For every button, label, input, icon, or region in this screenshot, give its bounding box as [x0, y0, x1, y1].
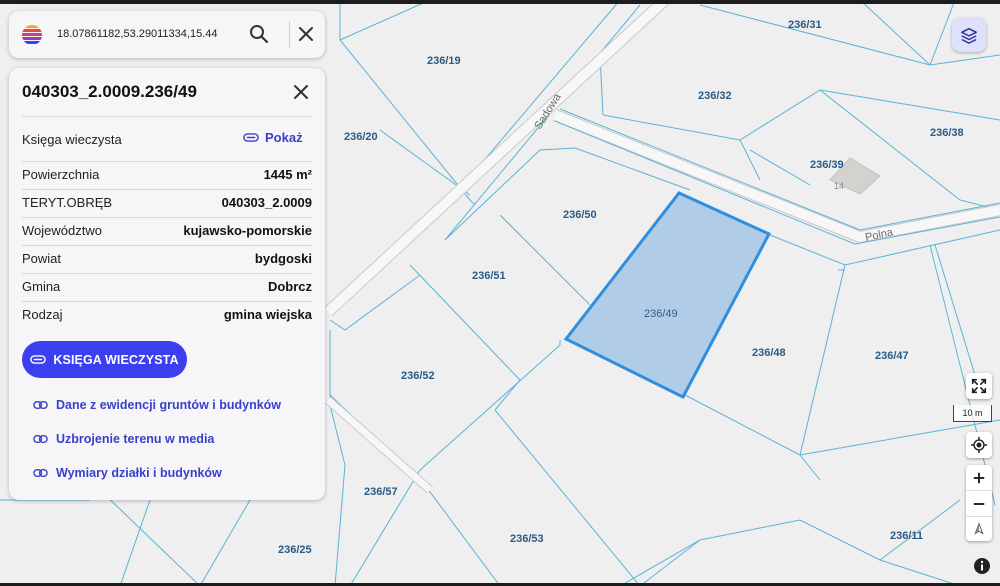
row-key: TERYT.OBRĘB [22, 195, 113, 210]
link-dimensions[interactable]: Wymiary działki i budynków [33, 466, 222, 480]
paperclip-icon [243, 133, 259, 142]
row-county: Powiat bydgoski [22, 245, 312, 273]
row-value: 1445 m² [263, 167, 312, 182]
row-teryt: TERYT.OBRĘB 040303_2.0009 [22, 189, 312, 217]
link-label: Wymiary działki i budynków [56, 466, 222, 480]
parcel-title: 040303_2.0009.236/49 [22, 82, 197, 101]
svg-text:236/48: 236/48 [752, 347, 786, 359]
svg-text:236/20: 236/20 [344, 131, 378, 143]
svg-text:236/57: 236/57 [364, 486, 398, 498]
north-arrow-icon[interactable] [966, 516, 992, 541]
row-key: Powierzchnia [22, 167, 100, 182]
svg-text:236/11: 236/11 [890, 530, 923, 542]
info-icon[interactable] [973, 557, 991, 575]
link-icon [33, 435, 48, 443]
link-icon [33, 469, 48, 477]
row-area: Powierzchnia 1445 m² [22, 161, 312, 189]
layers-icon[interactable] [952, 18, 986, 52]
svg-text:236/52: 236/52 [401, 370, 435, 382]
row-type: Rodzaj gmina wiejska [22, 301, 312, 329]
land-register-button[interactable]: KSIĘGA WIECZYSTA [22, 341, 187, 378]
land-register-button-label: KSIĘGA WIECZYSTA [53, 352, 179, 367]
locate-icon[interactable] [966, 432, 992, 458]
row-value: bydgoski [254, 251, 312, 266]
svg-text:236/32: 236/32 [698, 90, 732, 102]
fullscreen-icon[interactable] [966, 373, 992, 399]
row-value: kujawsko-pomorskie [183, 223, 312, 238]
top-status-bar [0, 0, 1000, 4]
row-value: 040303_2.0009 [221, 195, 312, 210]
row-voivodeship: Województwo kujawsko-pomorskie [22, 217, 312, 245]
show-label: Pokaż [265, 130, 303, 145]
panel-close-icon[interactable] [289, 80, 313, 104]
row-key: Gmina [22, 279, 61, 294]
link-utilities[interactable]: Uzbrojenie terenu w media [33, 432, 214, 446]
svg-text:236/47: 236/47 [875, 350, 909, 362]
svg-text:236/25: 236/25 [278, 544, 312, 556]
scale-bar: 10 m [953, 405, 992, 422]
link-label: Dane z ewidencji gruntów i budynków [56, 398, 282, 412]
zoom-controls [966, 465, 992, 541]
close-icon[interactable] [290, 22, 322, 46]
app-logo-icon [22, 25, 42, 44]
search-input[interactable]: 18.07861182,53.29011334,15.44 [57, 28, 217, 40]
zoom-out-icon[interactable] [966, 491, 992, 517]
svg-text:236/31: 236/31 [788, 19, 822, 31]
parcel-info-panel: 040303_2.0009.236/49 Księga wieczysta Po… [9, 68, 325, 500]
search-icon[interactable] [247, 22, 271, 46]
svg-text:236/50: 236/50 [563, 209, 597, 221]
land-register-label: Księga wieczysta [22, 132, 122, 147]
link-label: Uzbrojenie terenu w media [56, 432, 215, 446]
row-value: gmina wiejska [223, 307, 312, 322]
row-key: Powiat [22, 251, 62, 266]
row-key: Rodzaj [22, 307, 63, 322]
show-land-register-link[interactable]: Pokaż [243, 130, 303, 145]
row-value: Dobrcz [267, 279, 312, 294]
search-bar: 18.07861182,53.29011334,15.44 [9, 11, 325, 58]
row-key: Województwo [22, 223, 102, 238]
svg-text:236/38: 236/38 [930, 127, 964, 139]
svg-text:236/53: 236/53 [510, 533, 544, 545]
divider [22, 116, 312, 117]
svg-text:236/19: 236/19 [427, 55, 461, 67]
svg-text:236/39: 236/39 [810, 159, 844, 171]
paperclip-icon [30, 355, 47, 364]
svg-text:236/49: 236/49 [644, 308, 678, 320]
link-icon [33, 401, 48, 409]
house-number: 14 [834, 181, 844, 191]
link-land-records[interactable]: Dane z ewidencji gruntów i budynków [33, 398, 281, 412]
zoom-in-icon[interactable] [966, 465, 992, 491]
svg-text:236/51: 236/51 [472, 270, 506, 282]
row-commune: Gmina Dobrcz [22, 273, 312, 301]
